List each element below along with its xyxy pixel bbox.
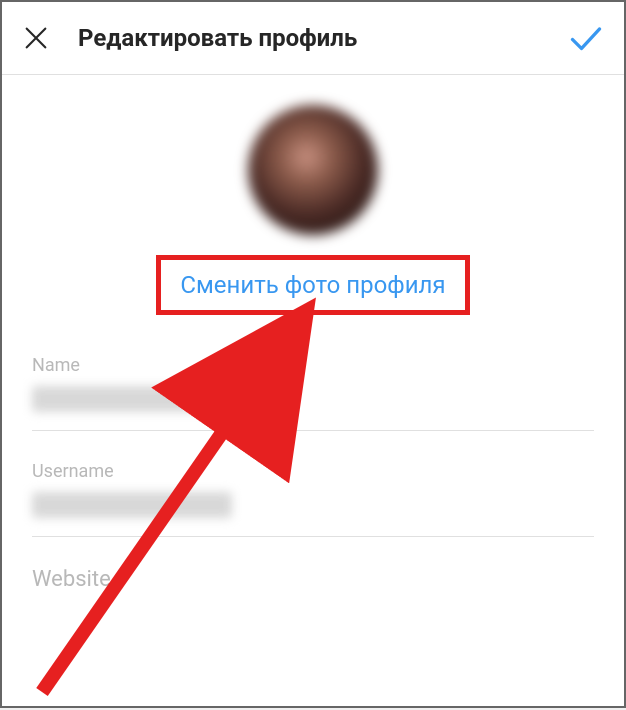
change-photo-link[interactable]: Сменить фото профиля	[162, 261, 463, 309]
name-input[interactable]	[32, 386, 252, 412]
header: Редактировать профиль	[2, 2, 624, 75]
form-fields: Name Username	[2, 335, 624, 537]
website-label: Website	[2, 567, 624, 592]
username-label: Username	[32, 461, 594, 482]
close-icon[interactable]	[22, 24, 50, 52]
username-field-group: Username	[32, 461, 594, 537]
confirm-check-icon[interactable]	[568, 20, 604, 56]
profile-section: Сменить фото профиля	[2, 75, 624, 335]
page-title: Редактировать профиль	[50, 24, 568, 52]
name-label: Name	[32, 355, 594, 376]
username-input[interactable]	[32, 492, 232, 518]
avatar[interactable]	[248, 105, 378, 235]
name-field-group: Name	[32, 355, 594, 431]
